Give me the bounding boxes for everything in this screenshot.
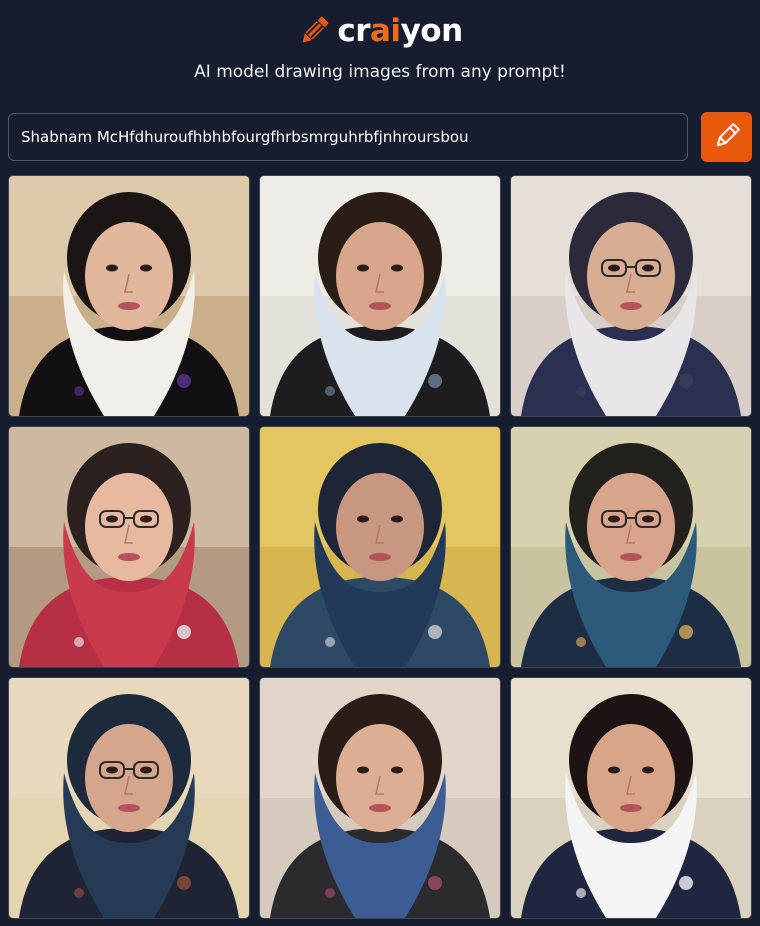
generated-portrait — [9, 427, 249, 667]
result-image[interactable] — [8, 426, 250, 668]
pencil-icon — [712, 121, 742, 154]
result-image[interactable] — [510, 175, 752, 417]
pencil-icon — [297, 14, 331, 48]
craiyon-logo[interactable]: craiyon — [0, 8, 760, 54]
result-image[interactable] — [259, 175, 501, 417]
draw-button[interactable] — [701, 112, 752, 162]
generated-portrait — [9, 678, 249, 918]
generated-portrait — [511, 427, 751, 667]
logo-prefix: cr — [337, 13, 371, 49]
result-image[interactable] — [8, 175, 250, 417]
generated-portrait — [260, 176, 500, 416]
result-image[interactable] — [259, 677, 501, 919]
logo-wordmark: craiyon — [337, 13, 464, 49]
logo-suffix: yon — [400, 13, 464, 49]
result-image[interactable] — [510, 426, 752, 668]
result-image[interactable] — [259, 426, 501, 668]
craiyon-page: craiyon AI model drawing images from any… — [0, 0, 760, 926]
prompt-input[interactable] — [8, 113, 688, 161]
logo-accent: ai — [370, 13, 401, 49]
result-image[interactable] — [8, 677, 250, 919]
generated-portrait — [260, 678, 500, 918]
generated-portrait — [260, 427, 500, 667]
generated-portrait — [511, 678, 751, 918]
tagline: AI model drawing images from any prompt! — [194, 62, 566, 82]
result-image[interactable] — [510, 677, 752, 919]
results-grid — [8, 175, 752, 919]
generated-portrait — [9, 176, 249, 416]
generated-portrait — [511, 176, 751, 416]
